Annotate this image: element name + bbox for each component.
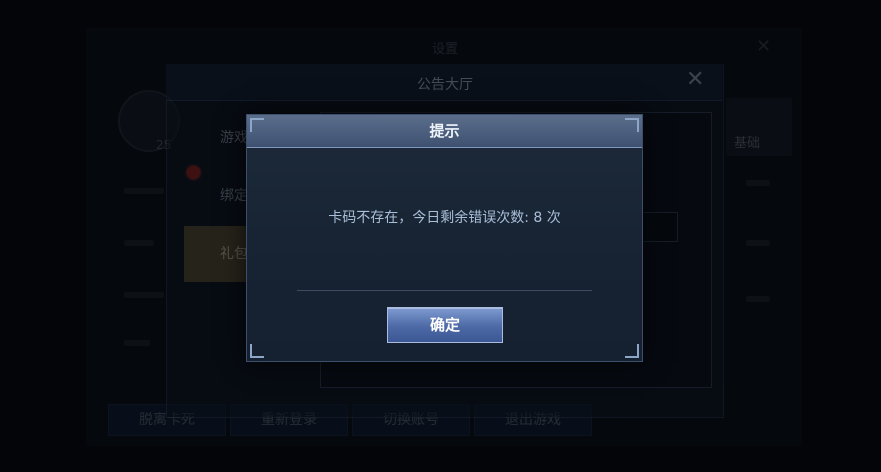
prompt-dialog: 提示 卡码不存在，今日剩余错误次数: 8 次 确定: [246, 114, 643, 362]
confirm-button[interactable]: 确定: [387, 307, 503, 343]
corner-ornament: [250, 344, 264, 358]
dialog-divider: [297, 290, 592, 291]
corner-ornament: [250, 118, 264, 132]
dialog-message: 卡码不存在，今日剩余错误次数: 8 次: [328, 210, 561, 226]
corner-ornament: [625, 344, 639, 358]
dialog-title: 提示: [429, 122, 460, 140]
corner-ornament: [625, 118, 639, 132]
